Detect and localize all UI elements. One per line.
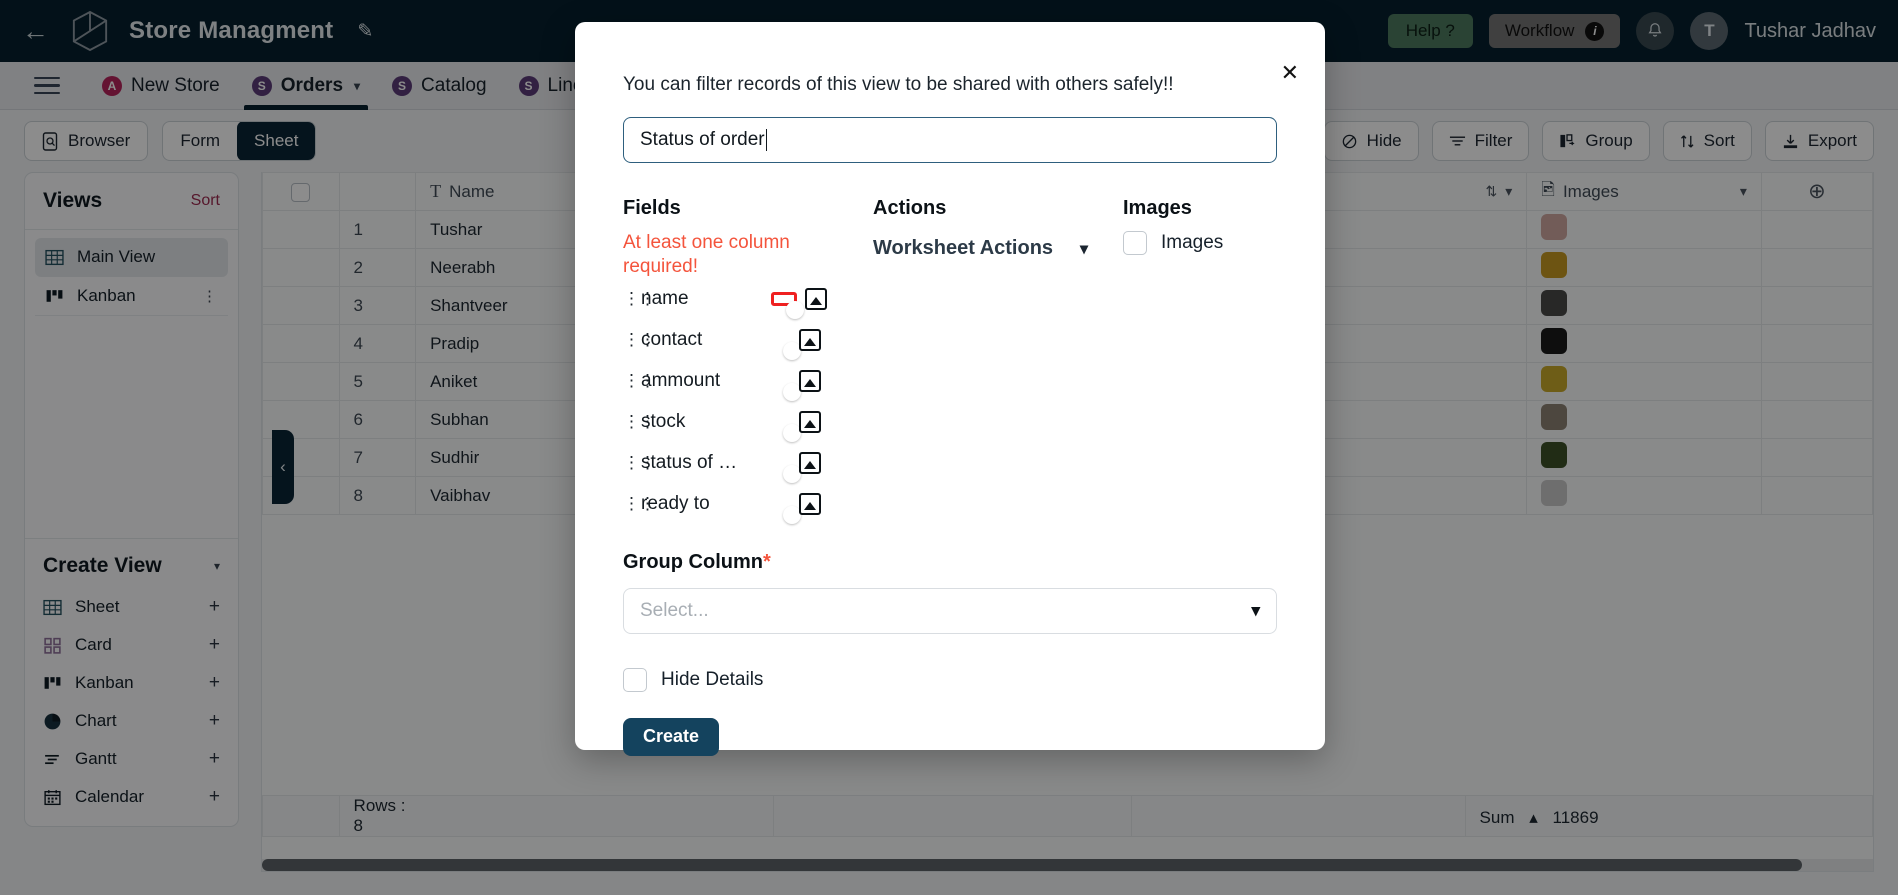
field-row-ready-to: ⋮⋮ ready to xyxy=(623,484,873,525)
field-row-stock: ⋮⋮ stock xyxy=(623,402,873,443)
field-toggle-wrap xyxy=(771,459,791,467)
field-label: ammount xyxy=(641,370,721,391)
images-heading: Images xyxy=(1123,197,1192,219)
group-column-placeholder: Select... xyxy=(640,599,709,621)
create-button[interactable]: Create xyxy=(623,717,720,756)
field-row-contact: ⋮⋮ contact xyxy=(623,320,873,361)
actions-column: Actions Worksheet Actions ▾ xyxy=(873,197,1123,525)
text-cursor xyxy=(765,129,768,151)
images-column: Images Images xyxy=(1123,197,1277,525)
images-checkbox-label: Images xyxy=(1161,232,1224,253)
field-toggle-wrap xyxy=(771,377,791,385)
drag-handle-icon[interactable]: ⋮⋮ xyxy=(623,372,656,389)
drag-handle-icon[interactable]: ⋮⋮ xyxy=(623,290,656,307)
images-checkbox[interactable] xyxy=(1123,231,1147,255)
field-label: contact xyxy=(641,329,703,350)
modal-columns: Fields At least one column required! ⋮⋮ … xyxy=(575,163,1325,525)
fields-column: Fields At least one column required! ⋮⋮ … xyxy=(623,197,873,525)
drag-handle-icon[interactable]: ⋮⋮ xyxy=(623,495,656,512)
fields-error-message: At least one column required! xyxy=(623,232,790,277)
fields-heading: Fields xyxy=(623,197,681,219)
close-icon[interactable]: ✕ xyxy=(1281,62,1299,84)
worksheet-actions-label: Worksheet Actions xyxy=(873,237,1054,259)
field-toggle-wrap xyxy=(771,418,791,426)
hide-details-checkbox[interactable] xyxy=(623,667,647,692)
group-column-section: Group Column* Select... ▾ xyxy=(575,525,1325,634)
worksheet-actions-select[interactable]: Worksheet Actions ▾ xyxy=(873,231,1088,266)
field-row-name: ⋮⋮ name xyxy=(623,279,873,320)
create-view-modal: ✕ You can filter records of this view to… xyxy=(575,22,1325,756)
field-toggle-wrap xyxy=(771,500,791,508)
field-label: stock xyxy=(641,411,686,432)
group-column-label: Group Column* xyxy=(623,551,1277,574)
view-name-input[interactable]: Status of order xyxy=(623,117,1277,163)
drag-handle-icon[interactable]: ⋮⋮ xyxy=(623,454,656,471)
chevron-down-icon[interactable]: ▾ xyxy=(1080,239,1088,259)
field-label: status of … xyxy=(641,452,738,473)
app-root: ← Store Managment ✎ Help ? Workflow i T … xyxy=(0,0,1898,895)
field-row-ammount: ⋮⋮ ammount xyxy=(623,361,873,402)
actions-heading: Actions xyxy=(873,197,947,219)
drag-handle-icon[interactable]: ⋮⋮ xyxy=(623,331,656,348)
field-toggle-wrap xyxy=(771,336,791,344)
chevron-down-icon[interactable]: ▾ xyxy=(1251,601,1260,621)
hide-details-label: Hide Details xyxy=(661,668,764,690)
image-icon[interactable] xyxy=(799,329,821,351)
field-label: ready to xyxy=(641,493,710,514)
image-icon[interactable] xyxy=(799,452,821,474)
group-column-select[interactable]: Select... ▾ xyxy=(623,587,1277,634)
image-icon[interactable] xyxy=(799,493,821,515)
field-row-status-of: ⋮⋮ status of … xyxy=(623,443,873,484)
modal-description: You can filter records of this view to b… xyxy=(623,74,1174,95)
drag-handle-icon[interactable]: ⋮⋮ xyxy=(623,413,656,430)
image-icon[interactable] xyxy=(799,370,821,392)
field-toggle-highlight xyxy=(771,292,797,306)
image-icon[interactable] xyxy=(805,288,827,310)
group-column-text: Group Column xyxy=(623,550,763,573)
required-star: * xyxy=(762,550,771,573)
images-checkbox-row[interactable]: Images xyxy=(1123,231,1277,255)
hide-details-row[interactable]: Hide Details xyxy=(575,634,1325,692)
field-label: name xyxy=(641,288,689,309)
image-icon[interactable] xyxy=(799,411,821,433)
view-name-value: Status of order xyxy=(640,129,765,150)
